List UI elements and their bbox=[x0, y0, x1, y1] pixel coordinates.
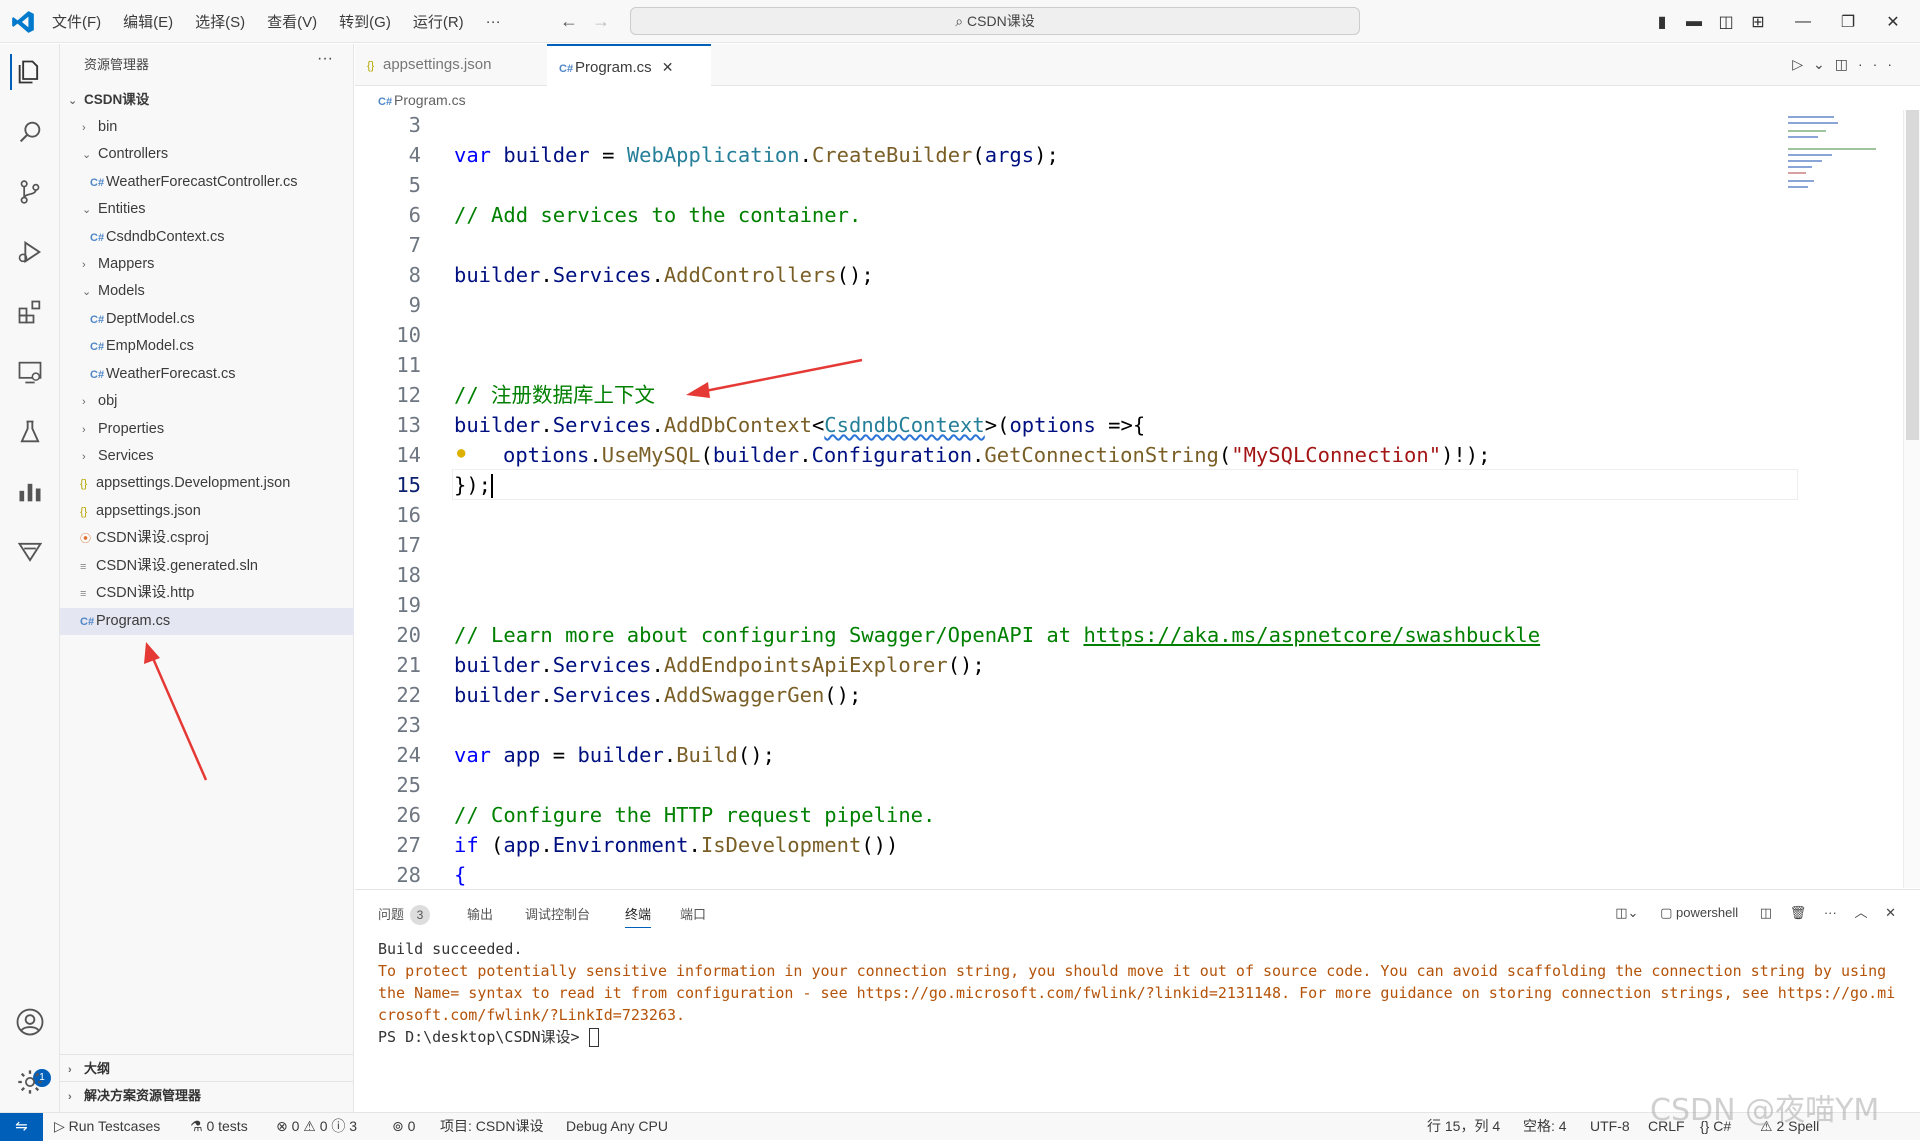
annotation-arrows bbox=[144, 358, 863, 781]
arrow-to-program bbox=[150, 655, 208, 781]
arrow-to-comment bbox=[699, 358, 863, 394]
arrowhead-icon bbox=[144, 642, 160, 664]
arrowhead-icon bbox=[686, 382, 710, 398]
